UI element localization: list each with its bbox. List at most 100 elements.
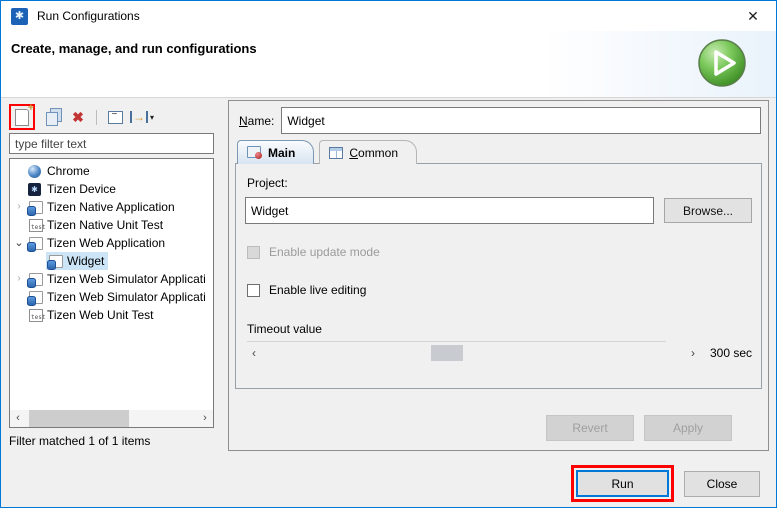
main-tab-panel: Project: Browse... Enable update modeEna… <box>235 163 762 389</box>
test-icon <box>27 308 43 323</box>
delete-configuration-button[interactable]: ✖ <box>67 106 89 128</box>
app-icon <box>27 236 43 251</box>
new-configuration-button[interactable] <box>11 106 33 128</box>
checkbox-row-enable-live-editing[interactable]: Enable live editing <box>247 283 752 297</box>
close-button[interactable]: Close <box>684 471 760 497</box>
project-input[interactable] <box>245 197 654 224</box>
collapsed-expander-icon[interactable]: › <box>12 274 26 284</box>
dialog-banner: Create, manage, and run configurations <box>1 31 776 98</box>
tree-item-content: Chrome <box>26 162 94 180</box>
dialog-body: ✖ →▾ Chrome Tizen Device › Tizen Native Appl… <box>1 98 776 507</box>
tree-item-content: Tizen Native Application <box>26 198 179 216</box>
filter-configurations-button[interactable]: →▾ <box>131 106 153 128</box>
timeout-value: 300 sec <box>710 346 752 360</box>
filter-status-text: Filter matched 1 of 1 items <box>9 434 214 448</box>
tab-label: Main <box>268 146 295 160</box>
main-tab-icon <box>247 146 262 159</box>
revert-button: Revert <box>546 415 634 441</box>
browse-button[interactable]: Browse... <box>664 198 752 223</box>
new-configuration-annotation <box>9 104 35 130</box>
checkbox <box>247 246 260 259</box>
tree-item-label: Chrome <box>47 164 90 178</box>
name-label-rest: ame: <box>248 114 275 128</box>
app-icon <box>47 254 63 269</box>
checkbox[interactable] <box>247 284 260 297</box>
toolbar-separator <box>96 110 97 125</box>
name-label-mnemonic: N <box>239 114 248 128</box>
tree-item-content: Tizen Web Simulator Applicati <box>26 270 210 288</box>
scroll-right-icon[interactable]: › <box>197 410 213 427</box>
configurations-panel: ✖ →▾ Chrome Tizen Device › Tizen Native Appl… <box>9 105 214 448</box>
tree-item-list: Chrome Tizen Device › Tizen Native Applicat… <box>10 159 213 324</box>
tree-hscrollbar-thumb[interactable] <box>29 410 128 427</box>
run-button-annotation: Run <box>571 465 674 502</box>
tree-item-label: Tizen Native Application <box>47 200 175 214</box>
window-close-button[interactable]: ✕ <box>730 1 776 31</box>
app-icon <box>27 200 43 215</box>
tree-item-tizen-web-simulator-applicati[interactable]: Tizen Web Simulator Applicati <box>10 288 213 306</box>
scroll-left-icon[interactable]: ‹ <box>10 410 26 427</box>
checkbox-label: Enable live editing <box>269 283 366 297</box>
project-row: Browse... <box>245 197 752 224</box>
tree-item-tizen-native-application[interactable]: › Tizen Native Application <box>10 198 213 216</box>
name-row: Name: <box>239 107 761 134</box>
tree-item-tizen-web-application[interactable]: ⌄ Tizen Web Application <box>10 234 213 252</box>
expanded-expander-icon[interactable]: ⌄ <box>12 238 26 248</box>
new-configuration-icon <box>15 109 29 126</box>
duplicate-configuration-button[interactable] <box>40 106 62 128</box>
tab-label: Common <box>349 146 398 160</box>
banner-title: Create, manage, and run configurations <box>11 41 257 56</box>
app-icon <box>27 290 43 305</box>
tree-hscrollbar[interactable]: ‹ › <box>10 410 213 427</box>
name-input[interactable] <box>281 107 761 134</box>
tree-item-label: Tizen Native Unit Test <box>47 218 163 232</box>
editor-button-row: Revert Apply <box>235 415 762 450</box>
run-button[interactable]: Run <box>576 470 669 497</box>
tree-item-content: Tizen Web Simulator Applicati <box>26 288 210 306</box>
configurations-toolbar: ✖ →▾ <box>9 105 214 129</box>
slider-left-arrow-icon[interactable]: ‹ <box>247 345 261 361</box>
timeout-separator <box>247 341 666 342</box>
project-label: Project: <box>247 176 752 190</box>
duplicate-configuration-icon <box>46 112 58 126</box>
checkbox-row-enable-update-mode: Enable update mode <box>247 245 752 259</box>
config-editor-panel: Name: Main Common Project: Browse... Enab… <box>228 100 769 451</box>
tree-item-tizen-web-simulator-applicati[interactable]: ›Tizen Web Simulator Applicati <box>10 270 213 288</box>
tab-bar: Main Common <box>235 140 762 164</box>
slider-right-arrow-icon[interactable]: › <box>686 345 700 361</box>
chrome-icon <box>27 164 43 179</box>
apply-button: Apply <box>644 415 732 441</box>
checkbox-label: Enable update mode <box>269 245 380 259</box>
dialog-button-bar: Run Close <box>571 465 760 502</box>
collapse-all-button[interactable] <box>104 106 126 128</box>
timeout-slider-track[interactable] <box>261 345 686 361</box>
tab-main[interactable]: Main <box>237 140 314 164</box>
tree-hscrollbar-track[interactable] <box>26 410 197 427</box>
tree-item-tizen-native-unit-test[interactable]: Tizen Native Unit Test <box>10 216 213 234</box>
tree-item-label: Tizen Web Application <box>47 236 165 250</box>
collapsed-expander-icon[interactable]: › <box>12 202 26 212</box>
tree-item-content: Widget <box>46 252 108 270</box>
tree-item-tizen-web-unit-test[interactable]: Tizen Web Unit Test <box>10 306 213 324</box>
tree-item-content: Tizen Web Application <box>26 234 169 252</box>
checkbox-group: Enable update mode Enable live editing <box>245 245 752 297</box>
tree-item-chrome[interactable]: Chrome <box>10 162 213 180</box>
filter-input[interactable] <box>9 133 214 154</box>
tree-item-widget[interactable]: Widget <box>10 252 213 270</box>
tree-item-label: Tizen Device <box>47 182 116 196</box>
timeout-label: Timeout value <box>247 322 752 336</box>
tree-item-tizen-device[interactable]: Tizen Device <box>10 180 213 198</box>
title-bar: ✱ Run Configurations ✕ <box>1 1 776 31</box>
app-icon <box>27 272 43 287</box>
delete-configuration-icon: ✖ <box>72 110 84 124</box>
test-icon <box>27 218 43 233</box>
tree-item-label: Widget <box>67 254 104 268</box>
tab-common[interactable]: Common <box>319 140 417 164</box>
common-tab-icon <box>329 147 343 159</box>
name-label: Name: <box>239 114 274 128</box>
timeout-slider: ‹ › 300 sec <box>247 345 752 361</box>
tree-item-label: Tizen Web Simulator Applicati <box>47 290 206 304</box>
timeout-slider-thumb[interactable] <box>431 345 463 361</box>
run-configurations-dialog: ✱ Run Configurations ✕ Create, manage, a… <box>0 0 777 508</box>
tizen-app-icon: ✱ <box>11 8 28 25</box>
